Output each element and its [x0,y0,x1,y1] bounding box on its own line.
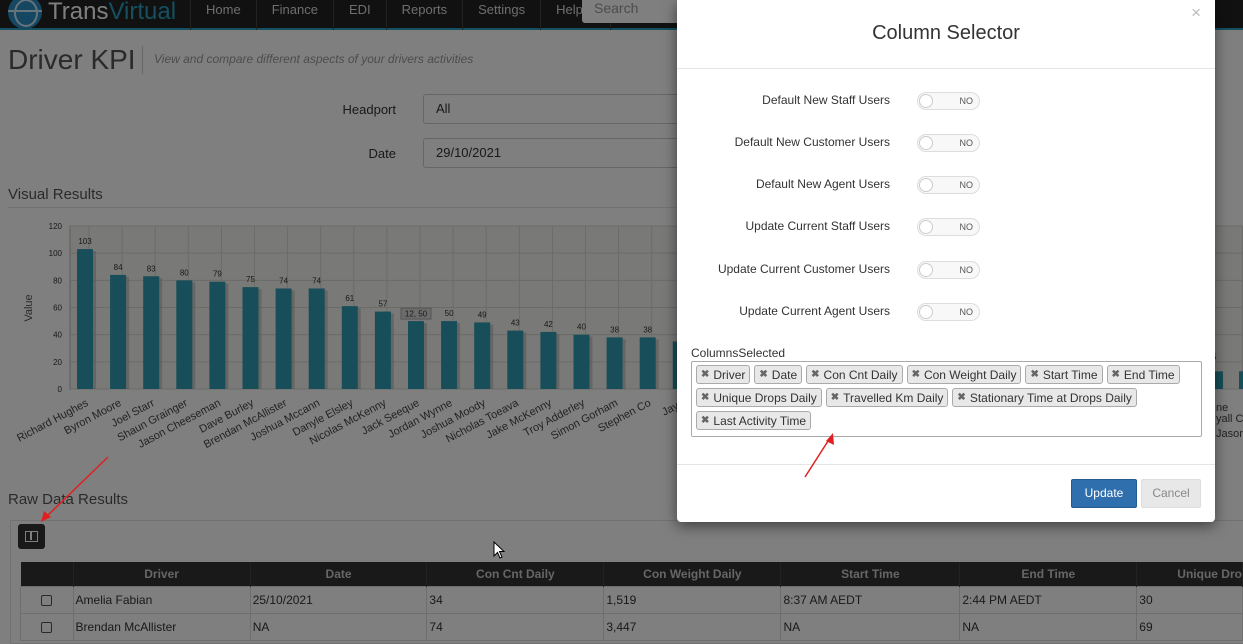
selected-column-tag: ✖ Stationary Time at Drops Daily [952,388,1137,407]
tag-label: Unique Drops Daily [713,390,817,405]
toggle-state: NO [959,180,974,190]
modal-header-divider [677,68,1215,69]
tag-label: Last Activity Time [713,413,807,428]
toggle-state: NO [959,138,974,148]
cancel-button[interactable]: Cancel [1141,479,1201,508]
selected-column-tag: ✖ Unique Drops Daily [696,388,822,407]
remove-tag-icon[interactable]: ✖ [1030,369,1038,380]
modal-title: Column Selector [872,22,1020,44]
tag-label: End Time [1123,367,1175,382]
selected-column-tag: ✖ Travelled Km Daily [825,388,949,407]
selected-column-tag: ✖ Con Cnt Daily [806,365,903,384]
tag-label: Start Time [1042,367,1098,382]
toggle-knob [919,263,933,277]
remove-tag-icon[interactable]: ✖ [701,415,709,426]
tag-label: Driver [713,367,746,382]
remove-tag-icon[interactable]: ✖ [701,392,709,403]
tag-label: Con Cnt Daily [823,367,898,382]
toggle-update-current-agent[interactable]: NO [917,303,980,321]
option-label: Update Current Agent Users [739,304,890,318]
remove-tag-icon[interactable]: ✖ [701,369,709,380]
selected-column-tag: ✖ Date [754,365,803,384]
update-button[interactable]: Update [1071,479,1137,508]
mouse-cursor-icon [493,541,506,559]
remove-tag-icon[interactable]: ✖ [759,369,767,380]
toggle-knob [919,305,933,319]
selected-column-tag: ✖ Last Activity Time [696,411,812,430]
selected-column-tag: ✖ Start Time [1025,365,1103,384]
selected-column-tag: ✖ Con Weight Daily [906,365,1022,384]
option-label: Update Current Staff Users [745,219,890,233]
modal-footer-divider [677,464,1215,465]
toggle-state: NO [959,222,974,232]
toggle-state: NO [959,265,974,275]
selected-column-tag: ✖ End Time [1106,365,1180,384]
columns-selected-label: ColumnsSelected [691,346,786,360]
columns-selected-multiselect[interactable]: ✖ Driver ✖ Date ✖ Con Cnt Daily ✖ Con Weight Da… [691,361,1202,437]
toggle-default-new-customer[interactable]: NO [917,134,980,152]
toggle-knob [919,136,933,150]
remove-tag-icon[interactable]: ✖ [811,369,819,380]
remove-tag-icon[interactable]: ✖ [957,392,965,403]
remove-tag-icon[interactable]: ✖ [1112,369,1120,380]
toggle-default-new-agent[interactable]: NO [917,176,980,194]
toggle-knob [919,94,933,108]
tag-label: Con Weight Daily [923,367,1017,382]
toggle-knob [919,178,933,192]
tag-label: Travelled Km Daily [843,390,944,405]
remove-tag-icon[interactable]: ✖ [831,392,839,403]
option-label: Update Current Customer Users [717,262,890,276]
option-label: Default New Staff Users [762,93,890,107]
option-label: Default New Customer Users [734,135,890,149]
remove-tag-icon[interactable]: ✖ [912,369,920,380]
toggle-state: NO [959,307,974,317]
tag-label: Stationary Time at Drops Daily [969,390,1132,405]
toggle-state: NO [959,96,974,106]
toggle-knob [919,220,933,234]
selected-column-tag: ✖ Driver [696,365,751,384]
toggle-update-current-customer[interactable]: NO [917,261,980,279]
toggle-update-current-staff[interactable]: NO [917,218,980,236]
column-selector-modal: × Column Selector Default New Staff User… [677,0,1215,522]
option-label: Default New Agent Users [755,177,890,191]
close-icon[interactable]: × [1191,3,1201,23]
tag-label: Date [771,367,798,382]
toggle-default-new-staff[interactable]: NO [917,92,980,110]
